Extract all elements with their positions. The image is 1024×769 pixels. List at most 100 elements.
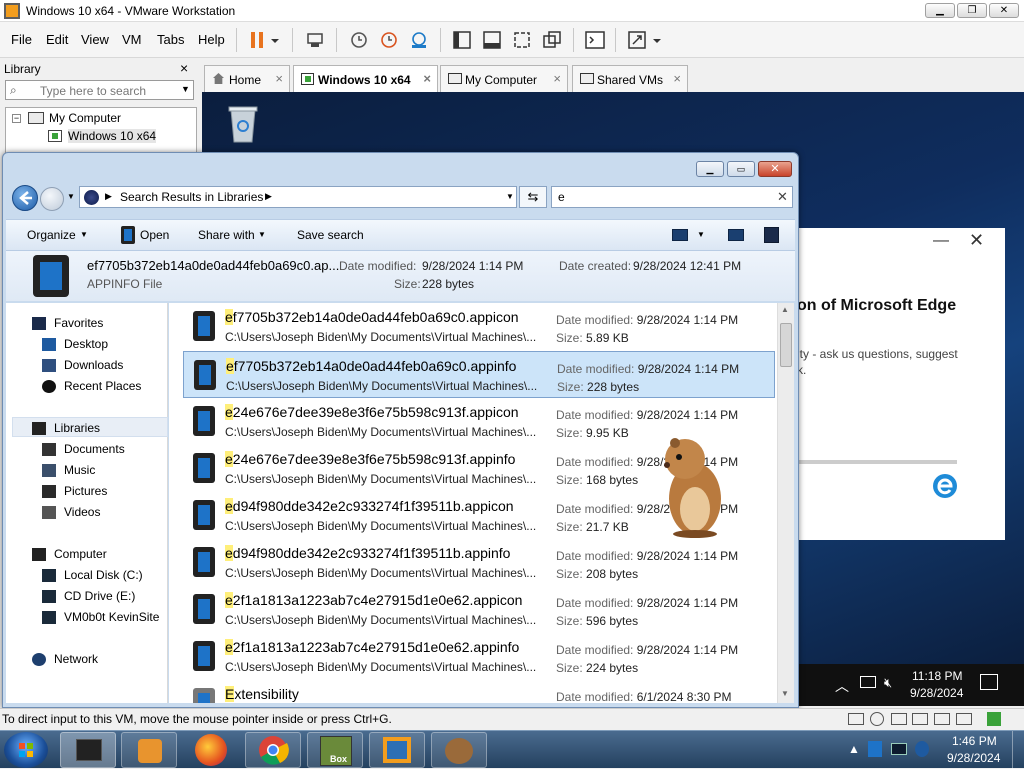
share-with-button[interactable]: Share with (198, 228, 255, 242)
taskbar-pet-button[interactable] (431, 732, 487, 768)
tab-my-computer-close-icon[interactable]: × (553, 71, 561, 86)
revert-snapshot-icon[interactable] (378, 29, 400, 51)
pause-icon[interactable] (246, 29, 268, 51)
scroll-up-icon[interactable]: ▲ (781, 305, 789, 314)
help-icon[interactable] (764, 227, 779, 243)
hamster-pet-image[interactable] (657, 433, 727, 538)
explorer-minimize-button[interactable]: ▁ (696, 161, 724, 177)
scrollbar-thumb[interactable] (780, 323, 792, 367)
cd-rom-icon[interactable] (870, 712, 884, 726)
list-item[interactable]: Extensibility Date modified: 6/1/2024 8:… (183, 680, 775, 703)
menu-file[interactable]: File (11, 32, 32, 47)
send-ctrl-alt-del-icon[interactable] (304, 29, 326, 51)
show-hidden-icons[interactable]: ▲ (848, 742, 860, 756)
breadcrumb-arrow-icon[interactable]: ▶ (265, 191, 272, 202)
taskbar-vmware-button[interactable] (369, 732, 425, 768)
tray-volume-icon[interactable] (915, 741, 929, 757)
menu-edit[interactable]: Edit (46, 32, 68, 47)
firefox-icon[interactable] (195, 734, 227, 766)
scrollbar[interactable]: ▲ ▼ (777, 303, 794, 703)
stretch-dropdown-icon[interactable] (650, 29, 664, 51)
console-view-icon[interactable] (584, 29, 606, 51)
menu-help[interactable]: Help (198, 32, 225, 47)
organize-button[interactable]: Organize (27, 228, 76, 242)
tab-windows10-close-icon[interactable]: × (423, 71, 431, 86)
clear-search-icon[interactable]: ✕ (777, 189, 788, 205)
message-log-icon[interactable] (987, 712, 1001, 726)
recent-pages-chevron-icon[interactable]: ▼ (67, 192, 75, 201)
library-search-input[interactable]: ⌕ Type here to search ▼ (5, 80, 194, 100)
snapshot-icon[interactable] (348, 29, 370, 51)
collapse-icon[interactable]: − (12, 114, 21, 123)
chevron-down-icon[interactable]: ▼ (181, 84, 190, 94)
breadcrumb[interactable]: Search Results in Libraries (120, 190, 263, 204)
full-screen-icon[interactable] (511, 29, 533, 51)
menu-view[interactable]: View (81, 32, 109, 47)
breadcrumb-arrow-icon[interactable]: ▶ (105, 191, 112, 202)
menu-vm[interactable]: VM (122, 32, 142, 47)
stretch-guest-icon[interactable] (626, 29, 648, 51)
start-button[interactable] (4, 732, 48, 768)
open-button[interactable]: Open (140, 228, 169, 242)
explorer-maximize-button[interactable]: ▭ (727, 161, 755, 177)
details-size-value: 228 bytes (422, 277, 475, 291)
hard-disk-icon[interactable] (848, 713, 864, 725)
taskbar-box-button[interactable]: Box (307, 732, 363, 768)
action-center-tray-icon[interactable] (868, 741, 882, 757)
taskbar-chrome-button[interactable] (245, 732, 301, 768)
close-window-button[interactable]: ✕ (989, 3, 1019, 18)
action-center-icon[interactable] (980, 674, 998, 690)
tab-my-computer[interactable]: My Computer × (440, 65, 568, 92)
taskbar-media-player-button[interactable] (121, 732, 177, 768)
tray-up-icon[interactable]: ︿ (835, 676, 849, 696)
volume-muted-icon[interactable]: 🔇︎ (884, 675, 892, 691)
tab-shared-vms[interactable]: Shared VMs × (572, 65, 688, 92)
view-dropdown-icon[interactable]: ▼ (697, 230, 705, 239)
show-library-icon[interactable] (451, 29, 473, 51)
change-view-icon[interactable] (672, 229, 688, 241)
save-search-button[interactable]: Save search (297, 228, 364, 242)
list-item[interactable]: e2f1a1813a1223ab7c4e27915d1e0e62.appinfo… (183, 633, 775, 680)
sound-card-icon[interactable] (934, 713, 950, 725)
list-item[interactable]: ef7705b372eb14a0de0ad44feb0a69c0.appicon… (183, 303, 775, 350)
usb-icon[interactable] (912, 713, 928, 725)
network-adapter-icon[interactable] (891, 713, 907, 725)
network-icon[interactable] (860, 676, 876, 688)
recycle-bin-icon[interactable] (226, 102, 260, 144)
file-path: C:\Users\Joseph Biden\My Documents\Virtu… (225, 330, 537, 344)
list-item[interactable]: ed94f980dde342e2c933274f1f39511b.appinfo… (183, 539, 775, 586)
edge-card-minimize-icon[interactable]: — (933, 232, 949, 250)
back-button[interactable] (12, 185, 38, 211)
taskbar-explorer-button[interactable] (60, 732, 116, 768)
list-item-selected[interactable]: ef7705b372eb14a0de0ad44feb0a69c0.appinfo… (183, 351, 775, 398)
power-dropdown-icon[interactable] (268, 29, 282, 51)
explorer-close-button[interactable]: ✕ (758, 161, 792, 177)
forward-button[interactable] (40, 187, 64, 211)
tab-home[interactable]: Home × (204, 65, 290, 92)
open-file-icon (121, 226, 135, 244)
tree-item-windows10[interactable]: Windows 10 x64 (68, 129, 157, 143)
appinfo-file-icon (193, 547, 215, 577)
thumbnail-bar-icon[interactable] (481, 29, 503, 51)
tab-shared-vms-close-icon[interactable]: × (673, 71, 681, 86)
address-bar[interactable]: ▶ Search Results in Libraries ▶ ▼ (79, 186, 517, 208)
address-dropdown-icon[interactable]: ▼ (506, 192, 514, 201)
preview-pane-icon[interactable] (728, 229, 744, 241)
menu-tabs[interactable]: Tabs (157, 32, 184, 47)
list-item[interactable]: e2f1a1813a1223ab7c4e27915d1e0e62.appicon… (183, 586, 775, 633)
unity-icon[interactable] (541, 29, 563, 51)
tray-network-icon[interactable] (891, 743, 907, 755)
snapshot-manager-icon[interactable] (408, 29, 430, 51)
refresh-icon[interactable]: ⇆ (519, 186, 547, 208)
tree-item-my-computer[interactable]: My Computer (49, 111, 121, 125)
maximize-button[interactable]: ❐ (957, 3, 987, 18)
minimize-button[interactable]: ▁ (925, 3, 955, 18)
scroll-down-icon[interactable]: ▼ (781, 689, 789, 698)
library-close-button[interactable]: × (180, 60, 188, 76)
tab-windows10[interactable]: Windows 10 x64 × (293, 65, 438, 92)
display-icon[interactable] (956, 713, 972, 725)
search-input[interactable]: e ✕ (551, 186, 793, 208)
edge-card-close-icon[interactable]: ✕ (969, 230, 984, 251)
tab-home-close-icon[interactable]: × (275, 71, 283, 86)
show-desktop-button[interactable] (1012, 731, 1024, 769)
